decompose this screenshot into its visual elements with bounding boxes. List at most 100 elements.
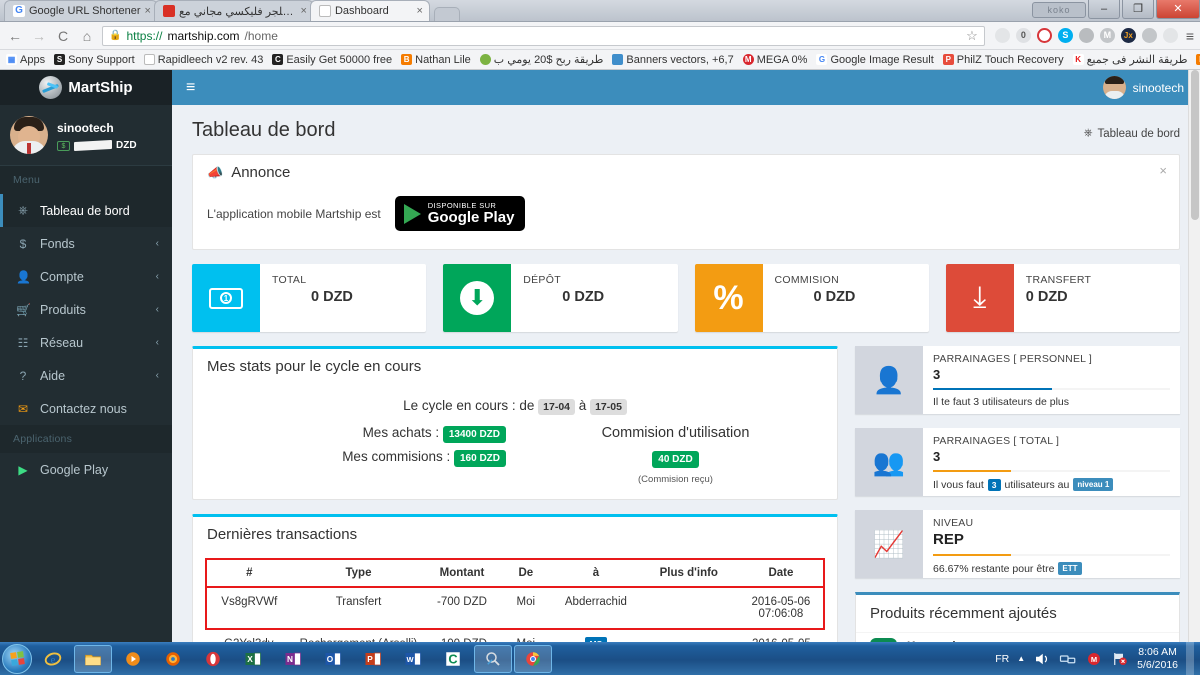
c-app-icon[interactable]: C	[434, 645, 472, 673]
bookmark-item[interactable]: C Easily Get 50000 free	[272, 54, 392, 66]
volume-icon[interactable]	[1033, 650, 1051, 668]
clock[interactable]: 8:06 AM 5/6/2016	[1137, 646, 1178, 672]
close-icon[interactable]: ×	[301, 5, 307, 17]
onenote-icon[interactable]: N	[274, 645, 312, 673]
excel-icon[interactable]: X	[234, 645, 272, 673]
search-tool-icon[interactable]	[474, 644, 512, 673]
powerpoint-icon[interactable]: P	[354, 645, 392, 673]
explorer-icon[interactable]	[74, 644, 112, 673]
page-title: Tableau de bord	[192, 119, 336, 141]
show-desktop-button[interactable]	[1186, 642, 1194, 675]
stat-card-depot[interactable]: ⬇ DÉPÔT 0 DZD	[443, 264, 678, 332]
announcement-body: L'application mobile Martship est DISPON…	[193, 190, 1179, 249]
table-row[interactable]: Vs8gRVWf Transfert -700 DZD Moi Abderrac…	[205, 587, 826, 630]
bookmark-item[interactable]: M MEGA 0%	[742, 54, 807, 66]
bookmark-label: Rapidleech v2 rev. 43	[157, 53, 264, 66]
bookmark-item[interactable]: طريقة ربح $20 يومي ب	[479, 53, 603, 66]
downloads-ext-icon[interactable]: 0	[1015, 28, 1031, 43]
sidebar-item-google-play[interactable]: ▶ Google Play	[0, 453, 172, 486]
start-orb-icon[interactable]	[2, 643, 32, 674]
mega-icon[interactable]: M	[1085, 650, 1103, 668]
svg-text:X: X	[247, 655, 253, 664]
sidebar-item-produits[interactable]: 🛒 Produits ‹	[0, 293, 172, 326]
envelope-icon: ✉	[17, 401, 29, 416]
sidebar-item-fonds[interactable]: $ Fonds ‹	[0, 227, 172, 260]
bookmark-item[interactable]: S Sony Support	[54, 54, 135, 66]
bookmark-item[interactable]: K طريقة النشر فى جميع	[1072, 53, 1187, 66]
grey-ext-icon[interactable]	[1078, 28, 1094, 43]
bookmark-item[interactable]: Banners vectors, +6,7	[612, 54, 734, 66]
sidebar-item-label: Compte	[40, 269, 84, 284]
sync-ext-icon[interactable]	[1162, 28, 1178, 43]
bookmark-item[interactable]: G Google Image Result	[816, 54, 934, 66]
url-bar[interactable]: 🔒 https:// martship.com/home ☆	[102, 25, 985, 46]
back-icon[interactable]: ←	[6, 28, 24, 44]
widget-niveau[interactable]: 📈 NIVEAU REP 66.67% restante pour être E…	[855, 510, 1180, 578]
stat-card-total[interactable]: 1 TOTAL 0 DZD	[192, 264, 427, 332]
forward-icon[interactable]: →	[30, 28, 48, 44]
stat-card-label: TRANSFERT	[1025, 274, 1092, 286]
chrome-icon[interactable]	[514, 644, 552, 673]
network-icon[interactable]	[1059, 650, 1077, 668]
firefox-icon[interactable]	[154, 645, 192, 673]
bookmark-item[interactable]: P PhilZ Touch Recovery	[942, 54, 1064, 66]
chevron-left-icon: ‹	[155, 304, 159, 315]
sidebar-item-reseau[interactable]: ☷ Réseau ‹	[0, 326, 172, 359]
screen: G Google URL Shortener × ملجر فليكسي مجا…	[0, 0, 1200, 675]
commissions-value: 160 DZD	[453, 450, 506, 467]
language-indicator[interactable]: FR	[995, 653, 1009, 665]
google-play-badge[interactable]: DISPONIBLE SUR Google Play	[394, 196, 526, 231]
scrollbar-thumb[interactable]	[1191, 70, 1199, 220]
widget-parrainages-total[interactable]: 👥 PARRAINAGES [ TOTAL ] 3 Il vous faut 3…	[855, 428, 1180, 496]
browser-tab[interactable]: G Google URL Shortener ×	[4, 0, 158, 21]
new-tab-button[interactable]	[433, 7, 460, 21]
internet-explorer-icon[interactable]: e	[34, 645, 72, 673]
close-window-button[interactable]: ✕	[1156, 0, 1200, 19]
bookmark-item[interactable]: BYouTube Trends	[1196, 54, 1200, 66]
bookmark-label: Nathan Lile	[415, 53, 471, 66]
tray-expand-icon[interactable]: ▲	[1017, 654, 1025, 663]
sidebar-item-aide[interactable]: ? Aide ‹	[0, 359, 172, 392]
sidebar-item-contactez-nous[interactable]: ✉ Contactez nous	[0, 392, 172, 425]
bookmark-item[interactable]: ▦ Apps	[6, 54, 45, 66]
widget-desc: Il te faut 3 utilisateurs de plus	[933, 396, 1170, 408]
close-icon[interactable]: ×	[417, 5, 423, 17]
browser-tab[interactable]: ملجر فليكسي مجاني مع hip ×	[153, 0, 314, 21]
sidebar-toggle-icon[interactable]: ≡	[172, 79, 209, 96]
sidebar-item-compte[interactable]: 👤 Compte ‹	[0, 260, 172, 293]
action-center-icon[interactable]	[1111, 650, 1129, 668]
word-icon[interactable]: W	[394, 645, 432, 673]
bookmark-star-icon[interactable]: ☆	[966, 28, 978, 44]
minimize-button[interactable]: –	[1088, 0, 1120, 19]
clock-time: 8:06 AM	[1138, 645, 1177, 658]
close-icon[interactable]: ×	[1159, 163, 1167, 178]
opera-icon[interactable]	[194, 645, 232, 673]
column-header: Plus d'info	[638, 558, 739, 588]
chrome-menu-icon[interactable]: ≡	[1184, 28, 1194, 44]
sidebar-menu-header: Menu	[0, 166, 172, 194]
bookmark-item[interactable]: Rapidleech v2 rev. 43	[143, 53, 264, 66]
breadcrumb[interactable]: ⎈ Tableau de bord	[1084, 127, 1180, 140]
jdownloader-ext-icon[interactable]: Jx	[1120, 28, 1136, 43]
maximize-button[interactable]: ❐	[1122, 0, 1154, 19]
close-icon[interactable]: ×	[145, 5, 151, 17]
browser-tab-active[interactable]: Dashboard ×	[309, 0, 430, 21]
mega-ext-icon[interactable]: M	[1099, 28, 1115, 43]
widget-desc-text: Il te faut 3 utilisateurs de plus	[933, 396, 1069, 408]
outlook-icon[interactable]: O	[314, 645, 352, 673]
home-icon[interactable]: ⌂	[78, 28, 96, 44]
bookmark-item[interactable]: B Nathan Lile	[401, 54, 471, 66]
sidebar-item-tableau-de-bord[interactable]: ⎈ Tableau de bord	[0, 194, 172, 227]
stat-card-commision[interactable]: % COMMISION 0 DZD	[694, 264, 929, 332]
search-ext-icon[interactable]	[994, 28, 1010, 43]
opera-ext-icon[interactable]	[1036, 28, 1052, 43]
dropbox-ext-icon[interactable]	[1141, 28, 1157, 43]
topbar-user-menu[interactable]: sinootech	[1102, 76, 1200, 99]
page-scrollbar[interactable]	[1188, 70, 1200, 647]
reload-icon[interactable]: C	[54, 28, 72, 44]
widget-parrainages-personnel[interactable]: 👤 PARRAINAGES [ PERSONNEL ] 3 Il te faut…	[855, 346, 1180, 414]
media-player-icon[interactable]	[114, 645, 152, 673]
brand-logo-area[interactable]: MartShip	[0, 70, 172, 105]
stat-card-transfert[interactable]: ⤓ TRANSFERT 0 DZD	[945, 264, 1180, 332]
skype-ext-icon[interactable]: S	[1057, 28, 1073, 43]
